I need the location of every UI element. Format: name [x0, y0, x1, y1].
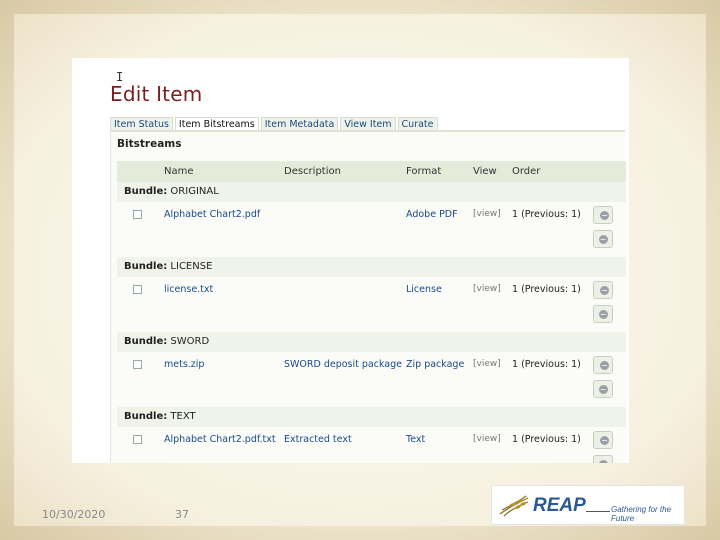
move-down-button[interactable]: − [593, 455, 613, 463]
minus-icon: − [598, 459, 608, 463]
logo-divider [586, 511, 610, 512]
tab-view-item[interactable]: View Item [340, 117, 396, 131]
bundle-name: TEXT [170, 411, 196, 422]
logo-brand-text: REAP [533, 495, 586, 516]
bundle-prefix: Bundle: [124, 336, 168, 347]
order-value: 1 (Previous: 1) [512, 433, 581, 445]
move-up-button[interactable]: − [593, 281, 613, 299]
row-select-cell [117, 206, 161, 222]
file-format-link[interactable]: Text [403, 434, 470, 445]
order-value: 1 (Previous: 1) [512, 208, 581, 220]
header-name: Name [164, 166, 194, 177]
page-title: Edit Item [110, 82, 203, 106]
table-header: Name Description Format View Order [117, 161, 626, 182]
reap-logo: REAP Gathering for the Future [491, 485, 685, 525]
table-row: Alphabet Chart2.pdf.txt Extracted text T… [117, 427, 626, 451]
table-row: mets.zip SWORD deposit package Zip packa… [117, 352, 626, 376]
row-select-cell [117, 431, 161, 447]
file-format-link[interactable]: Adobe PDF [403, 209, 470, 220]
bundle-header: Bundle: LICENSE [117, 257, 626, 277]
header-description: Description [284, 166, 341, 177]
file-name-link[interactable]: license.txt [161, 284, 281, 295]
slide-date: 10/30/2020 [42, 508, 106, 521]
view-link[interactable]: [view] [470, 359, 509, 369]
file-format-link[interactable]: License [403, 284, 470, 295]
logo-tagline: Gathering for the Future [611, 505, 672, 523]
minus-icon: − [600, 285, 609, 295]
bundle-prefix: Bundle: [124, 186, 168, 197]
screenshot-frame: I Edit Item Item Status Item Bitstreams … [72, 58, 629, 463]
table-row-spacer: − [117, 376, 626, 407]
minus-icon: − [598, 309, 608, 319]
order-value: 1 (Previous: 1) [512, 358, 581, 370]
header-format: Format [406, 166, 442, 177]
minus-icon: − [598, 384, 608, 394]
slide-number: 37 [175, 508, 189, 521]
bundle-prefix: Bundle: [124, 411, 168, 422]
tab-item-bitstreams[interactable]: Item Bitstreams [174, 117, 259, 131]
bundle-header: Bundle: SWORD [117, 332, 626, 352]
row-select-cell [117, 281, 161, 297]
tab-bar: Item Status Item Bitstreams Item Metadat… [110, 117, 438, 131]
move-up-button[interactable]: − [593, 206, 613, 224]
table-row-spacer: − [117, 226, 626, 257]
select-checkbox[interactable] [133, 285, 142, 294]
bundle-name: LICENSE [170, 261, 213, 272]
row-select-cell [117, 356, 161, 372]
table-row: license.txt License [view] 1 (Previous: … [117, 277, 626, 301]
select-checkbox[interactable] [133, 210, 142, 219]
bundle-name: ORIGINAL [170, 186, 219, 197]
move-up-button[interactable]: − [593, 431, 613, 449]
header-order: Order [512, 166, 541, 177]
bundle-header: Bundle: ORIGINAL [117, 182, 626, 202]
file-format-link[interactable]: Zip package [403, 359, 470, 370]
move-down-button[interactable]: − [593, 230, 613, 248]
table-row-spacer: − [117, 301, 626, 332]
minus-icon: − [600, 360, 609, 370]
file-name-link[interactable]: Alphabet Chart2.pdf [161, 209, 281, 220]
select-checkbox[interactable] [133, 360, 142, 369]
tab-item-status[interactable]: Item Status [110, 117, 173, 131]
file-description: Extracted text [284, 433, 352, 445]
tab-curate[interactable]: Curate [397, 117, 438, 131]
table-row: Alphabet Chart2.pdf Adobe PDF [view] 1 (… [117, 202, 626, 226]
view-link[interactable]: [view] [470, 209, 509, 219]
wheat-icon [499, 495, 529, 517]
minus-icon: − [600, 435, 609, 445]
move-up-button[interactable]: − [593, 356, 613, 374]
minus-icon: − [598, 234, 608, 244]
file-description: SWORD deposit package [284, 358, 402, 370]
bundle-header: Bundle: TEXT [117, 407, 626, 427]
file-name-link[interactable]: Alphabet Chart2.pdf.txt [161, 434, 281, 445]
table-row-spacer: − [117, 451, 626, 463]
tab-item-metadata[interactable]: Item Metadata [260, 117, 339, 131]
file-name-link[interactable]: mets.zip [161, 359, 281, 370]
bundle-name: SWORD [170, 336, 210, 347]
order-value: 1 (Previous: 1) [512, 283, 581, 295]
section-title: Bitstreams [117, 138, 182, 150]
select-checkbox[interactable] [133, 435, 142, 444]
header-view: View [473, 166, 497, 177]
view-link[interactable]: [view] [470, 284, 509, 294]
minus-icon: − [600, 210, 609, 220]
bundle-prefix: Bundle: [124, 261, 168, 272]
bitstreams-panel: Bitstreams Name Description Format View … [110, 132, 626, 463]
view-link[interactable]: [view] [470, 434, 509, 444]
move-down-button[interactable]: − [593, 305, 613, 323]
bitstreams-table: Name Description Format View Order Bundl… [117, 161, 626, 463]
move-down-button[interactable]: − [593, 380, 613, 398]
